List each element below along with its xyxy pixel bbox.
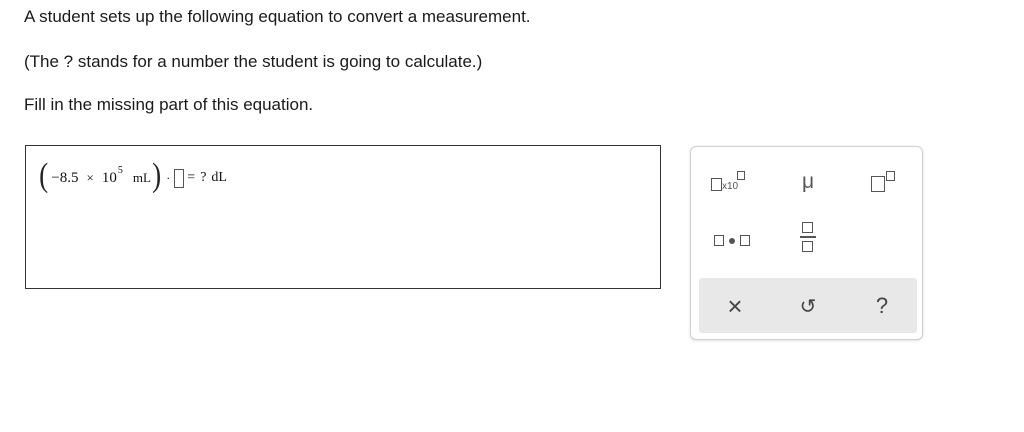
prompt-line-1: A student sets up the following equation… xyxy=(24,7,531,26)
close-paren: ) xyxy=(152,157,162,194)
unit-ml: mL xyxy=(132,170,151,185)
prompt-line-3: Fill in the missing part of this equatio… xyxy=(24,95,314,114)
equals-sign: = xyxy=(187,170,196,185)
unknown-value: ? xyxy=(200,170,207,185)
micro-symbol-button[interactable]: μ xyxy=(780,164,836,200)
base-ten: 10 xyxy=(101,169,117,186)
undo-icon: ↺ xyxy=(799,295,817,318)
scientific-notation-button[interactable]: x10 xyxy=(701,164,757,200)
exponent: 5 xyxy=(117,164,123,176)
superscript-button[interactable] xyxy=(854,164,910,200)
help-icon: ? xyxy=(875,293,889,318)
open-paren: ( xyxy=(39,157,49,194)
help-button[interactable]: ? xyxy=(854,287,910,325)
value: −8.5 xyxy=(51,169,79,186)
equation: ( −8.5 × 10 5 mL ) · = ? dL xyxy=(38,157,227,196)
x10-icon: x10 xyxy=(707,170,751,194)
multiply-dot-icon xyxy=(710,231,754,251)
close-icon: × xyxy=(727,290,743,321)
action-bar: × ↺ ? xyxy=(699,278,917,333)
multiply-dot-button[interactable] xyxy=(704,223,760,259)
superscript-icon xyxy=(865,170,899,194)
clear-button[interactable]: × xyxy=(707,287,763,325)
result-unit: dL xyxy=(211,170,227,185)
prompt-line-2: (The ? stands for a number the student i… xyxy=(24,52,483,71)
fraction-icon xyxy=(798,220,818,254)
times-sign: × xyxy=(86,170,94,185)
undo-button[interactable]: ↺ xyxy=(780,287,836,325)
math-palette: x10 μ × ↺ ? xyxy=(690,146,923,340)
missing-factor-input[interactable] xyxy=(174,168,185,188)
mu-icon: μ xyxy=(801,170,815,193)
fraction-button[interactable] xyxy=(780,219,836,255)
answer-input-area[interactable]: ( −8.5 × 10 5 mL ) · = ? dL xyxy=(25,145,661,289)
multiply-dot: · xyxy=(166,170,171,185)
